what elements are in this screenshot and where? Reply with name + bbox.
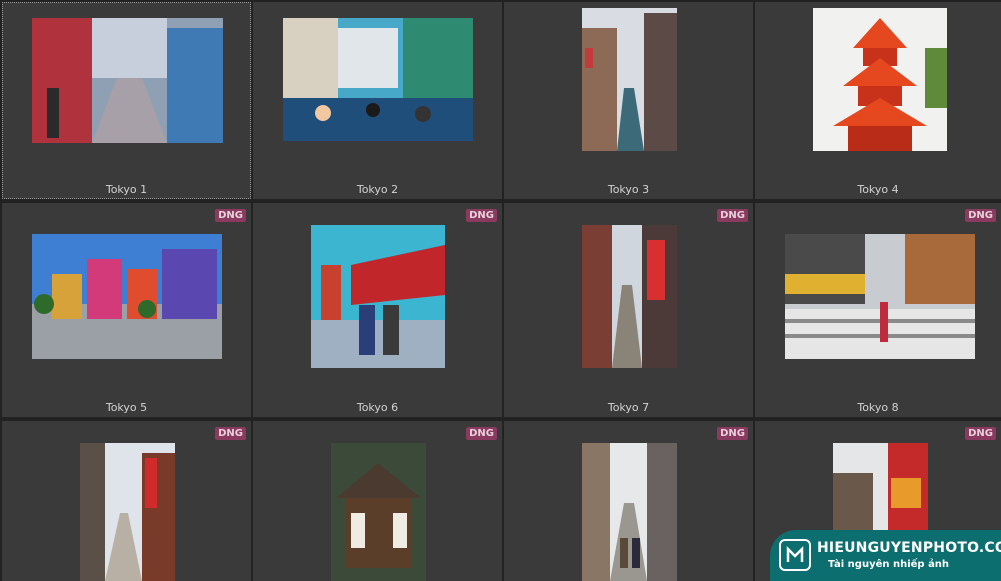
dng-badge: DNG xyxy=(717,427,748,440)
grid-cell[interactable]: Tokyo 2 xyxy=(253,2,502,199)
grid-cell[interactable]: DNG Tokyo 6 xyxy=(253,203,502,417)
dng-badge: DNG xyxy=(466,209,497,222)
grid-cell[interactable]: Tokyo 1 xyxy=(2,2,251,199)
photo-thumbnail[interactable] xyxy=(283,18,473,141)
photo-label: Tokyo 2 xyxy=(356,183,399,196)
dng-badge: DNG xyxy=(965,427,996,440)
photo-label: Tokyo 1 xyxy=(105,183,148,196)
grid-cell[interactable]: DNG xyxy=(2,421,251,581)
dng-badge: DNG xyxy=(466,427,497,440)
photo-thumbnail[interactable] xyxy=(582,8,677,151)
photo-label: Tokyo 7 xyxy=(607,401,650,414)
grid-cell[interactable]: DNG Tokyo 7 xyxy=(504,203,753,417)
grid-cell[interactable]: DNG xyxy=(253,421,502,581)
thumbnail-grid: Tokyo 1 Tokyo 2 Tokyo 3 Tokyo 4 DNG Toky… xyxy=(0,0,1001,581)
photo-label: Tokyo 4 xyxy=(857,183,899,196)
photo-label: Tokyo 5 xyxy=(105,401,148,414)
watermark-logo-icon xyxy=(779,539,811,571)
photo-thumbnail[interactable] xyxy=(813,8,947,151)
photo-thumbnail[interactable] xyxy=(80,443,175,581)
photo-thumbnail[interactable] xyxy=(311,225,445,368)
photo-thumbnail[interactable] xyxy=(32,234,222,359)
watermark-tagline: Tài nguyên nhiếp ảnh xyxy=(828,559,950,570)
photo-label: Tokyo 6 xyxy=(356,401,399,414)
dng-badge: DNG xyxy=(965,209,996,222)
photo-thumbnail[interactable] xyxy=(331,443,426,581)
grid-cell[interactable]: DNG xyxy=(504,421,753,581)
dng-badge: DNG xyxy=(215,209,246,222)
photo-label: Tokyo 3 xyxy=(607,183,650,196)
grid-cell[interactable]: DNG Tokyo 5 xyxy=(2,203,251,417)
photo-thumbnail[interactable] xyxy=(32,18,223,143)
site-watermark: HIEUNGUYENPHOTO.COM Tài nguyên nhiếp ảnh xyxy=(770,530,1001,581)
dng-badge: DNG xyxy=(717,209,748,222)
grid-cell[interactable]: Tokyo 3 xyxy=(504,2,753,199)
photo-label: Tokyo 8 xyxy=(857,401,899,414)
photo-thumbnail[interactable] xyxy=(582,225,677,368)
grid-cell[interactable]: Tokyo 4 xyxy=(755,2,1001,199)
photo-thumbnail[interactable] xyxy=(785,234,975,359)
photo-thumbnail[interactable] xyxy=(582,443,677,581)
grid-cell[interactable]: DNG Tokyo 8 xyxy=(755,203,1001,417)
watermark-site: HIEUNGUYENPHOTO.COM xyxy=(817,540,1001,556)
dng-badge: DNG xyxy=(215,427,246,440)
